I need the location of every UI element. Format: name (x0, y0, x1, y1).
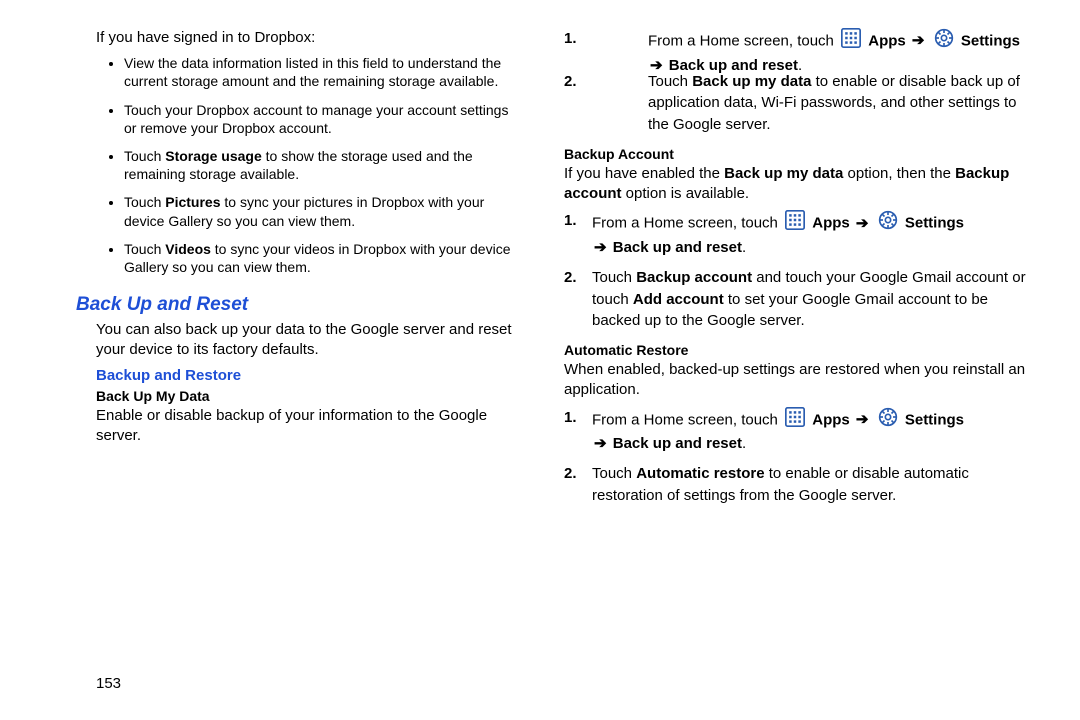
automatic-restore-desc: When enabled, backed-up settings are res… (564, 360, 1040, 401)
step-item: Touch Backup account and touch your Goog… (564, 267, 1040, 332)
step-item: From a Home screen, touch Apps ➔ Setting… (564, 210, 1040, 259)
manual-page: If you have signed in to Dropbox: View t… (0, 0, 1080, 720)
steps-back-up-my-data: From a Home screen, touch Apps ➔ Setting… (564, 28, 1040, 136)
apps-grid-icon (785, 210, 805, 237)
settings-gear-icon (878, 407, 898, 434)
step-item: Touch Back up my data to enable or disab… (564, 71, 1040, 136)
step-item: Touch Automatic restore to enable or dis… (564, 463, 1040, 507)
heading-backup-account: Backup Account (564, 146, 1040, 162)
page-number: 153 (96, 675, 121, 692)
backup-account-desc: If you have enabled the Back up my data … (564, 164, 1040, 205)
step-item: From a Home screen, touch Apps ➔ Setting… (564, 407, 1040, 456)
bullet-item: Touch Videos to sync your videos in Drop… (124, 240, 516, 276)
section-description: You can also back up your data to the Go… (96, 320, 516, 361)
subsection-backup-and-restore: Backup and Restore (96, 367, 516, 384)
back-up-my-data-desc: Enable or disable backup of your informa… (96, 406, 516, 447)
bullet-item: View the data information listed in this… (124, 54, 516, 90)
settings-gear-icon (878, 210, 898, 237)
steps-automatic-restore: From a Home screen, touch Apps ➔ Setting… (564, 407, 1040, 507)
heading-automatic-restore: Automatic Restore (564, 342, 1040, 358)
steps-backup-account: From a Home screen, touch Apps ➔ Setting… (564, 210, 1040, 332)
apps-grid-icon (785, 407, 805, 434)
settings-gear-icon (934, 28, 954, 55)
bullet-item: Touch Storage usage to show the storage … (124, 147, 516, 183)
apps-grid-icon (841, 28, 861, 55)
section-back-up-and-reset: Back Up and Reset (76, 294, 516, 316)
heading-back-up-my-data: Back Up My Data (96, 388, 516, 404)
bullet-item: Touch your Dropbox account to manage you… (124, 101, 516, 137)
bullet-item: Touch Pictures to sync your pictures in … (124, 193, 516, 229)
dropbox-bullets: View the data information listed in this… (40, 54, 516, 276)
dropbox-intro: If you have signed in to Dropbox: (96, 28, 516, 48)
step-item: From a Home screen, touch Apps ➔ Setting… (564, 28, 1040, 77)
